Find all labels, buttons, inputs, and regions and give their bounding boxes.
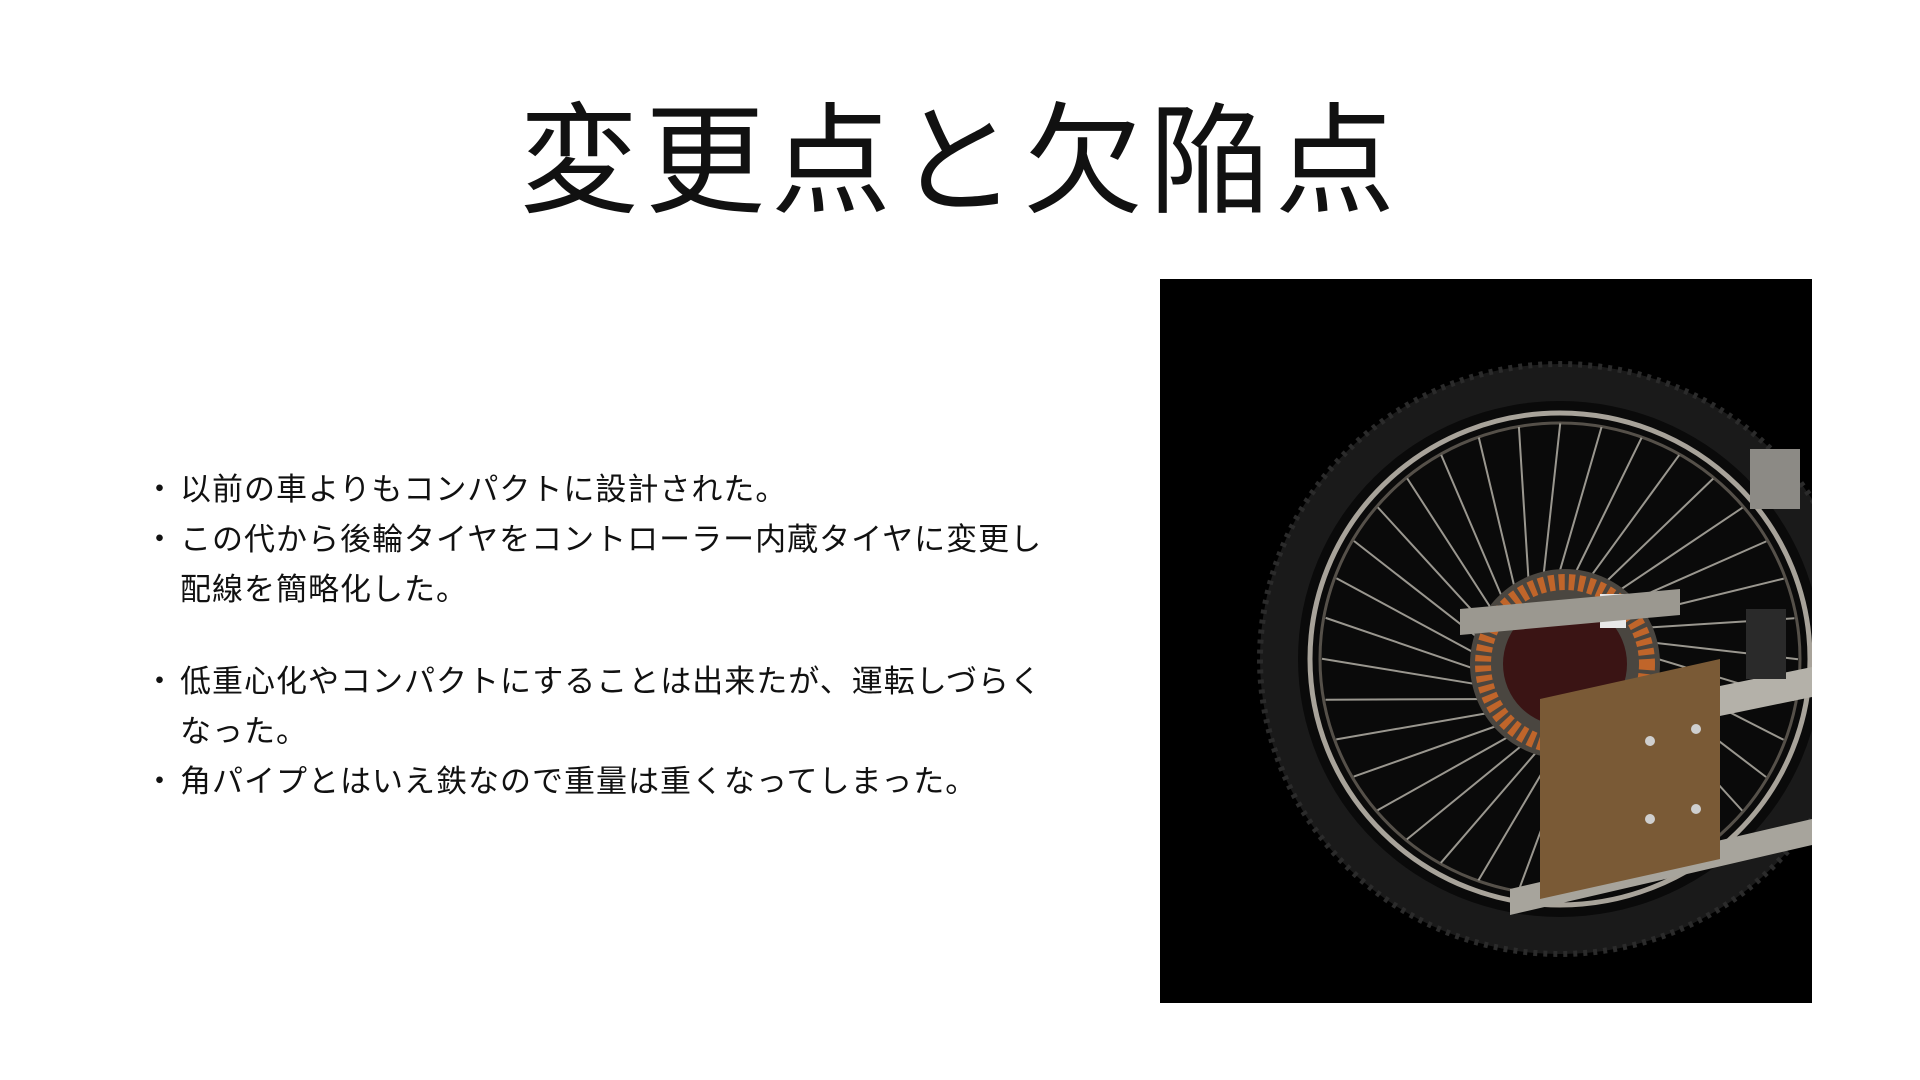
bullet-text: 低重心化やコンパクトにすることは出来たが、運転しづらくなった。 <box>180 664 1042 750</box>
bullet-text: 角パイプとはいえ鉄なので重量は重くなってしまった。 <box>180 764 978 800</box>
bullet-text: この代から後輪タイヤをコントローラー内蔵タイヤに変更し配線を簡略化した。 <box>180 522 1043 608</box>
bullet-marker: ・ <box>144 472 176 508</box>
bullet-marker: ・ <box>144 664 176 700</box>
bullet-item: ・ 以前の車よりもコンパクトに設計された。 <box>140 465 1060 515</box>
slide-title: 変更点と欠陥点 <box>519 93 1401 232</box>
bullet-list: ・ 以前の車よりもコンパクトに設計された。 ・ この代から後輪タイヤをコントロー… <box>140 465 1060 807</box>
bullet-item: ・ この代から後輪タイヤをコントローラー内蔵タイヤに変更し配線を簡略化した。 <box>140 515 1060 615</box>
slide: 変更点と欠陥点 ・ 以前の車よりもコンパクトに設計された。 ・ この代から後輪タ… <box>0 0 1920 1080</box>
rear-wheel-with-hub-motor-icon <box>1160 279 1812 1003</box>
bullet-text: 以前の車よりもコンパクトに設計された。 <box>180 472 788 508</box>
bullet-marker: ・ <box>144 764 176 800</box>
bullet-marker: ・ <box>144 522 176 558</box>
bullet-spacer <box>140 615 1060 657</box>
bullet-item: ・ 角パイプとはいえ鉄なので重量は重くなってしまった。 <box>140 757 1060 807</box>
rear-wheel-photo <box>1160 279 1812 1003</box>
bullet-item: ・ 低重心化やコンパクトにすることは出来たが、運転しづらくなった。 <box>140 657 1060 757</box>
